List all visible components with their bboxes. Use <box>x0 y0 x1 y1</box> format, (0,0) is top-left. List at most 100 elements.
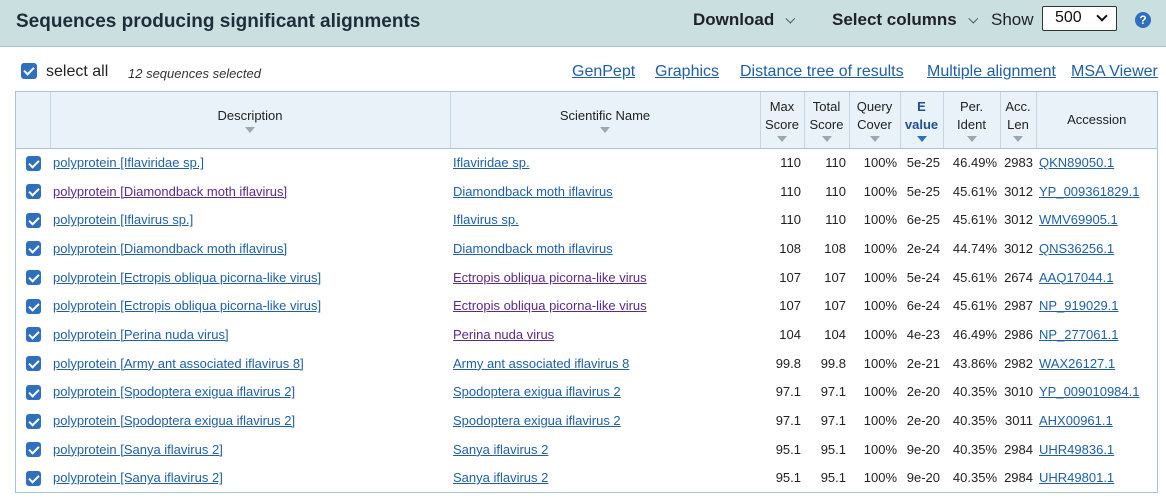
accession-link[interactable]: QKN89050.1 <box>1039 155 1114 170</box>
table-row: polyprotein [Diamondback moth iflavirus]… <box>16 177 1157 206</box>
query-cover: 100% <box>863 183 897 199</box>
description-link[interactable]: polyprotein [Ectropis obliqua picorna-li… <box>53 298 321 313</box>
accession-link[interactable]: NP_919029.1 <box>1039 298 1119 313</box>
accession-link[interactable]: WMV69905.1 <box>1039 212 1118 227</box>
description-link[interactable]: polyprotein [Spodoptera exigua iflavirus… <box>53 384 295 399</box>
description-link[interactable]: polyprotein [Iflaviridae sp.] <box>53 155 204 170</box>
acc-len: 3010 <box>1004 384 1033 400</box>
scientific-name-link[interactable]: Sanya iflavirus 2 <box>453 442 548 457</box>
description-link[interactable]: polyprotein [Diamondback moth iflavirus] <box>53 184 287 199</box>
e-value: 6e-24 <box>906 298 940 314</box>
acc-len: 2982 <box>1004 355 1033 371</box>
accession-link[interactable]: NP_277061.1 <box>1039 327 1119 342</box>
e-value: 5e-24 <box>906 269 940 285</box>
description-link[interactable]: polyprotein [Sanya iflavirus 2] <box>53 442 223 457</box>
select-columns-menu[interactable]: Select columns <box>832 10 978 30</box>
col-max-score[interactable]: Max Score <box>760 92 805 149</box>
col-query-cover[interactable]: Query Cover <box>849 92 901 149</box>
description-link[interactable]: polyprotein [Spodoptera exigua iflavirus… <box>53 413 295 428</box>
page-title: Sequences producing significant alignmen… <box>16 11 421 32</box>
help-icon[interactable]: ? <box>1135 12 1151 28</box>
select-all-checkbox[interactable] <box>21 63 37 79</box>
scientific-name-link[interactable]: Spodoptera exigua iflavirus 2 <box>453 413 621 428</box>
chevron-down-icon <box>968 13 978 24</box>
accession-link[interactable]: WAX26127.1 <box>1039 356 1115 371</box>
col-total-score[interactable]: Total Score <box>804 92 850 149</box>
download-menu[interactable]: Download <box>693 10 796 30</box>
total-score: 104 <box>824 326 846 342</box>
multiple-alignment-link[interactable]: Multiple alignment <box>927 63 1056 81</box>
per-ident: 45.61% <box>952 212 997 228</box>
e-value: 4e-23 <box>906 326 940 342</box>
e-value: 2e-21 <box>906 355 940 371</box>
col-scientific-name[interactable]: Scientific Name <box>450 92 761 149</box>
per-ident: 43.86% <box>952 355 997 371</box>
accession-link[interactable]: AAQ17044.1 <box>1039 270 1113 285</box>
scientific-name-link[interactable]: Iflaviridae sp. <box>453 155 530 170</box>
col-description[interactable]: Description <box>50 92 451 149</box>
max-score: 110 <box>780 183 801 199</box>
results-header-bar: Sequences producing significant alignmen… <box>0 0 1166 47</box>
accession-link[interactable]: YP_009010984.1 <box>1039 384 1139 399</box>
row-checkbox[interactable] <box>25 212 41 228</box>
accession-link[interactable]: UHR49836.1 <box>1039 442 1114 457</box>
e-value: 9e-20 <box>906 470 940 486</box>
scientific-name-link[interactable]: Perina nuda virus <box>453 327 554 342</box>
scientific-name-link[interactable]: Diamondback moth iflavirus <box>453 184 613 199</box>
description-link[interactable]: polyprotein [Perina nuda virus] <box>53 327 229 342</box>
e-value: 9e-20 <box>906 441 940 457</box>
row-checkbox[interactable] <box>25 241 41 257</box>
row-checkbox[interactable] <box>25 270 41 286</box>
max-score: 107 <box>779 269 801 285</box>
description-link[interactable]: polyprotein [Army ant associated iflavir… <box>53 356 304 371</box>
col-acc-len[interactable]: Acc. Len <box>1000 92 1037 149</box>
description-link[interactable]: polyprotein [Sanya iflavirus 2] <box>53 470 223 485</box>
acc-len: 2986 <box>1004 326 1033 342</box>
graphics-link[interactable]: Graphics <box>655 63 719 81</box>
scientific-name-link[interactable]: Iflavirus sp. <box>453 212 519 227</box>
row-checkbox[interactable] <box>25 184 41 200</box>
scientific-name-link[interactable]: Diamondback moth iflavirus <box>453 241 613 256</box>
table-row: polyprotein [Spodoptera exigua iflavirus… <box>16 378 1157 407</box>
scientific-name-link[interactable]: Army ant associated iflavirus 8 <box>453 356 629 371</box>
col-per-ident[interactable]: Per. Ident <box>943 92 1001 149</box>
row-checkbox[interactable] <box>25 413 41 429</box>
accession-link[interactable]: QNS36256.1 <box>1039 241 1114 256</box>
total-score: 95.1 <box>820 441 846 457</box>
accession-link[interactable]: YP_009361829.1 <box>1039 184 1139 199</box>
description-link[interactable]: polyprotein [Iflavirus sp.] <box>53 212 193 227</box>
description-link[interactable]: polyprotein [Diamondback moth iflavirus] <box>53 241 287 256</box>
genpept-link[interactable]: GenPept <box>572 63 635 81</box>
select-all-label[interactable]: select all <box>46 63 108 81</box>
scientific-name-link[interactable]: Spodoptera exigua iflavirus 2 <box>453 384 621 399</box>
col-e-value[interactable]: Evalue <box>900 92 944 149</box>
acc-len: 3012 <box>1004 212 1033 228</box>
accession-link[interactable]: UHR49801.1 <box>1039 470 1114 485</box>
row-checkbox[interactable] <box>25 298 41 314</box>
results-toolbar: select all 12 sequences selected GenPept… <box>0 56 1166 88</box>
row-checkbox[interactable] <box>25 356 41 372</box>
col-accession[interactable]: Accession <box>1036 92 1157 149</box>
query-cover: 100% <box>863 384 897 400</box>
row-checkbox[interactable] <box>25 442 41 458</box>
per-ident: 46.49% <box>952 326 997 342</box>
description-link[interactable]: polyprotein [Ectropis obliqua picorna-li… <box>53 270 321 285</box>
show-count-select[interactable]: 500 <box>1042 6 1117 31</box>
accession-link[interactable]: AHX00961.1 <box>1039 413 1113 428</box>
max-score: 110 <box>780 212 801 228</box>
table-row: polyprotein [Ectropis obliqua picorna-li… <box>16 291 1157 320</box>
row-checkbox[interactable] <box>25 155 41 171</box>
acc-len: 2987 <box>1004 298 1033 314</box>
row-checkbox[interactable] <box>25 327 41 343</box>
row-checkbox[interactable] <box>25 470 41 486</box>
scientific-name-link[interactable]: Sanya iflavirus 2 <box>453 470 548 485</box>
scientific-name-link[interactable]: Ectropis obliqua picorna-like virus <box>453 270 647 285</box>
distance-tree-link[interactable]: Distance tree of results <box>740 63 904 81</box>
msa-viewer-link[interactable]: MSA Viewer <box>1071 63 1158 81</box>
scientific-name-link[interactable]: Ectropis obliqua picorna-like virus <box>453 298 647 313</box>
query-cover: 100% <box>863 298 897 314</box>
row-checkbox[interactable] <box>25 384 41 400</box>
table-row: polyprotein [Ectropis obliqua picorna-li… <box>16 263 1157 292</box>
table-row: polyprotein [Spodoptera exigua iflavirus… <box>16 406 1157 435</box>
per-ident: 40.35% <box>952 470 997 486</box>
